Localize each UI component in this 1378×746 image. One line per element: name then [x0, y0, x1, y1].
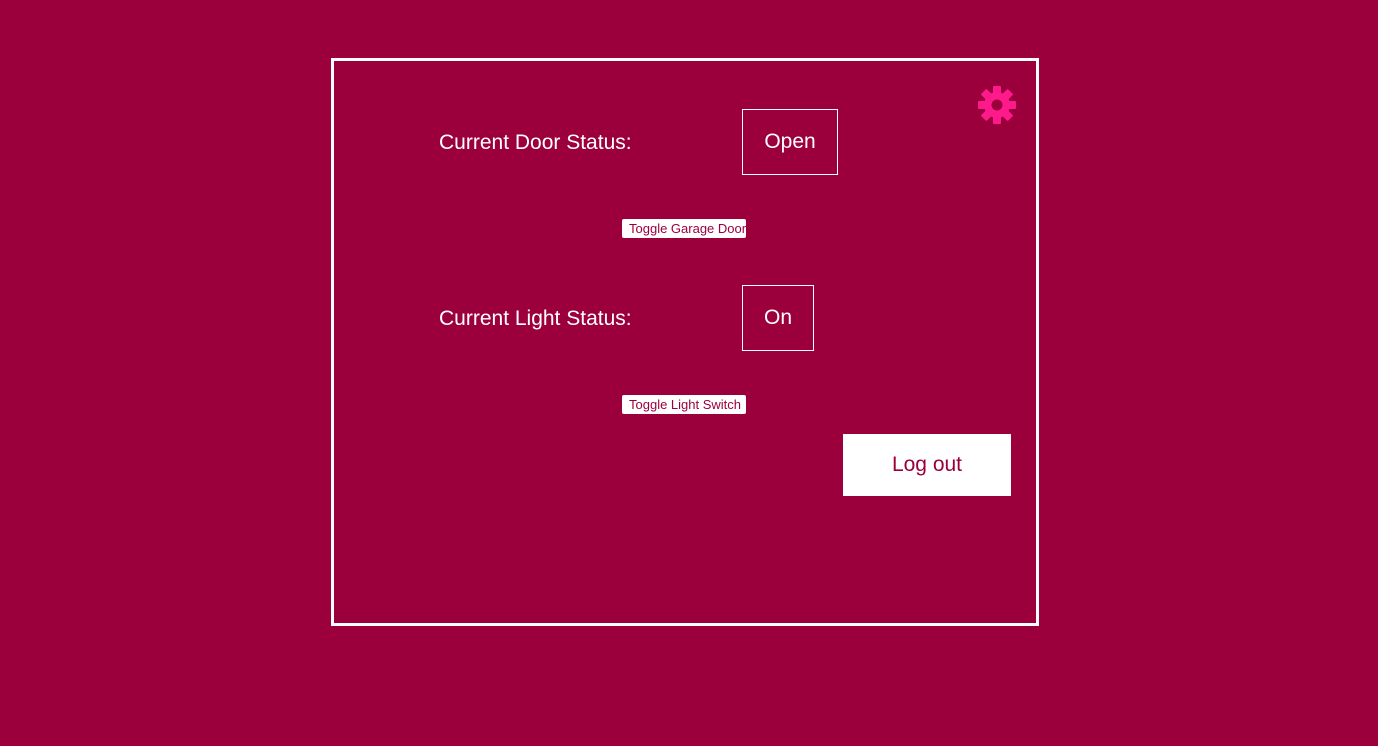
door-status-value: Open [742, 109, 838, 175]
control-panel: Current Door Status: Open Toggle Garage … [331, 58, 1039, 626]
light-status-label: Current Light Status: [439, 307, 632, 330]
toggle-garage-door-button[interactable]: Toggle Garage Door [622, 219, 746, 238]
door-status-label: Current Door Status: [439, 131, 632, 154]
light-status-value: On [742, 285, 814, 351]
gear-icon[interactable] [977, 85, 1017, 125]
toggle-light-switch-button[interactable]: Toggle Light Switch [622, 395, 746, 414]
logout-button[interactable]: Log out [843, 434, 1011, 496]
